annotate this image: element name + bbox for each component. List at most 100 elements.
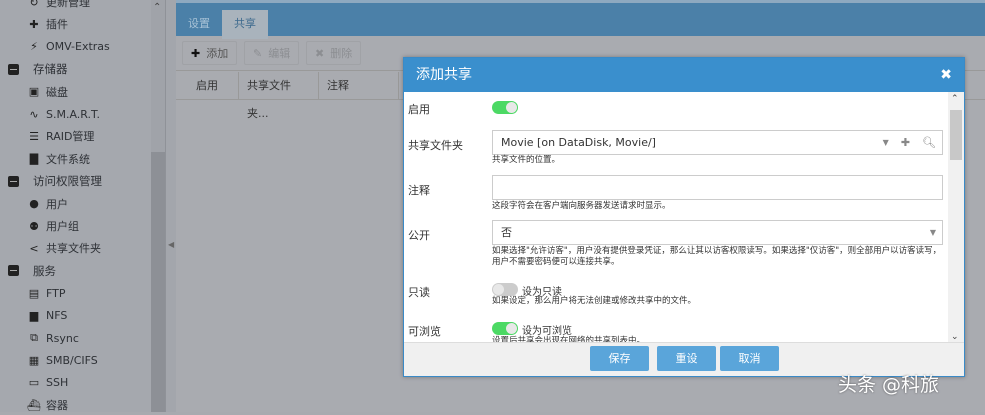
dialog-title: 添加共享 <box>416 67 472 83</box>
add-label: 添加 <box>206 47 229 60</box>
refresh-icon: ↻ <box>29 0 39 9</box>
sidebar-item[interactable]: 服务 <box>8 261 56 281</box>
pulse-icon: ∿ <box>29 107 39 121</box>
plus-icon[interactable]: ✚ <box>901 131 910 154</box>
disk-icon: ▣ <box>28 85 40 99</box>
public-label: 公开 <box>408 229 430 242</box>
browseable-toggle-label: 设为可浏览 <box>522 326 572 337</box>
sidebar-item[interactable]: ☰ RAID管理 <box>27 126 94 146</box>
sidebar-item-label: 容器 <box>46 399 68 413</box>
sidebar-item-label: 用户 <box>46 197 68 211</box>
search-icon[interactable]: 🔍︎ <box>922 131 936 154</box>
share-icon: < <box>29 241 39 255</box>
dialog-title-bar: 添加共享 ✖ <box>404 58 964 92</box>
collapse-icon[interactable] <box>8 265 19 277</box>
sidebar-scrollbar-thumb[interactable] <box>151 152 165 412</box>
shared-folder-hint: 共享文件的位置。 <box>492 155 561 165</box>
sidebar-item[interactable]: ▤ FTP <box>27 283 66 303</box>
sync-icon: ⧉ <box>30 331 38 344</box>
docker-icon: ⛴ <box>27 398 41 412</box>
sidebar-item[interactable]: ▦ SMB/CIFS <box>27 350 98 370</box>
sidebar-item-label: SSH <box>46 376 69 390</box>
sidebar-item[interactable]: ∿ S.M.A.R.T. <box>27 104 100 124</box>
public-select[interactable]: 否 ▼ <box>492 220 943 245</box>
sidebar-item[interactable]: ✚ 插件 <box>27 14 68 34</box>
sidebar-item[interactable]: ● 用户 <box>27 194 68 214</box>
server-icon: ▤ <box>28 286 40 300</box>
scroll-down-icon[interactable]: ⌄ <box>951 332 959 342</box>
add-button[interactable]: ✚ 添加 <box>182 41 238 65</box>
sidebar-item-label: 访问权限管理 <box>33 174 102 189</box>
delete-button[interactable]: ✖ 删除 <box>306 41 362 65</box>
sidebar-item-label: NFS <box>46 309 68 323</box>
column-comment[interactable]: 注释 <box>319 72 399 100</box>
tab-bar: 设置 共享 <box>176 0 985 39</box>
comment-label: 注释 <box>408 184 430 197</box>
shared-folder-label: 共享文件夹 <box>408 139 463 152</box>
add-share-dialog: 添加共享 ✖ 启用 共享文件夹 Movie [on DataDisk, Movi… <box>403 57 965 377</box>
scroll-up-icon[interactable]: ⌃ <box>153 2 161 13</box>
shared-folder-select[interactable]: Movie [on DataDisk, Movie/] ▼ ✚ 🔍︎ <box>492 130 943 155</box>
sidebar-item-label: 文件系统 <box>46 152 90 166</box>
scroll-up-icon[interactable]: ⌃ <box>951 94 959 104</box>
readonly-toggle[interactable] <box>492 283 518 296</box>
dropdown-arrow-icon[interactable]: ▼ <box>930 221 936 244</box>
chevron-left-icon: ◀ <box>168 240 175 249</box>
dialog-body: 启用 共享文件夹 Movie [on DataDisk, Movie/] ▼ ✚ 🔍… <box>404 92 948 344</box>
sidebar-item-label: FTP <box>46 286 66 300</box>
sidebar-item[interactable]: ▭ SSH <box>27 373 68 393</box>
users-icon: ⚉ <box>29 219 39 233</box>
save-button[interactable]: 保存 <box>590 346 649 371</box>
public-value: 否 <box>501 226 512 239</box>
dialog-scrollbar-thumb[interactable] <box>950 110 962 160</box>
sidebar-item[interactable]: 存储器 <box>8 59 68 79</box>
edit-button[interactable]: ✎ 编辑 <box>244 41 300 65</box>
sidebar-collapse-handle[interactable]: ◀ <box>166 0 176 412</box>
sidebar-item-label: 存储器 <box>33 62 68 77</box>
close-icon[interactable]: ✖ <box>940 58 952 92</box>
readonly-label: 只读 <box>408 286 430 299</box>
column-shared-folder[interactable]: 共享文件夹... <box>239 72 319 120</box>
sidebar-item-label: OMV-Extras <box>46 40 110 54</box>
readonly-hint: 如果设定，那么用户将无法创建或修改共享中的文件。 <box>492 296 697 306</box>
tab-settings[interactable]: 设置 <box>176 10 222 39</box>
delete-label: 删除 <box>330 47 353 60</box>
sidebar-item[interactable]: ▇ 文件系统 <box>27 149 90 169</box>
dropdown-arrow-icon[interactable]: ▼ <box>883 131 889 154</box>
sidebar-item-label: 插件 <box>46 18 68 32</box>
folder-icon: ▇ <box>29 152 39 166</box>
network-icon: ▆ <box>29 309 39 323</box>
dialog-scrollbar[interactable]: ⌃ ⌄ <box>948 92 964 344</box>
close-icon: ✖ <box>315 46 325 60</box>
terminal-icon: ▭ <box>28 376 40 390</box>
sidebar-item[interactable]: ↻ 更新管理 <box>27 0 90 12</box>
edit-label: 编辑 <box>268 47 291 60</box>
enable-toggle[interactable] <box>492 101 518 114</box>
shared-folder-value: Movie [on DataDisk, Movie/] <box>501 136 656 149</box>
collapse-icon[interactable] <box>8 175 19 187</box>
sidebar-item[interactable]: ⧉ Rsync <box>27 328 79 348</box>
reset-button[interactable]: 重设 <box>657 346 716 371</box>
enable-label: 启用 <box>408 103 430 116</box>
sidebar-item-label: 用户组 <box>46 220 79 233</box>
browseable-label: 可浏览 <box>408 325 441 338</box>
tab-shares[interactable]: 共享 <box>222 10 268 39</box>
sidebar-item[interactable]: ▆ NFS <box>27 306 68 326</box>
sidebar-item-label: 磁盘 <box>46 85 68 99</box>
comment-input[interactable] <box>492 175 943 200</box>
sidebar-item[interactable]: ▣ 磁盘 <box>27 82 68 102</box>
browseable-toggle[interactable] <box>492 322 518 335</box>
column-enabled[interactable]: 启用 <box>176 72 239 100</box>
pencil-icon: ✎ <box>253 46 263 60</box>
sidebar-item[interactable]: ⚉ 用户组 <box>27 216 79 236</box>
collapse-icon[interactable] <box>8 63 19 75</box>
sidebar-item-label: S.M.A.R.T. <box>46 107 100 121</box>
sidebar-item-label: 服务 <box>33 263 56 278</box>
cancel-button[interactable]: 取消 <box>720 346 779 371</box>
sidebar-item[interactable]: ⛴ 容器 <box>27 395 68 415</box>
sidebar-item[interactable]: 访问权限管理 <box>8 171 102 191</box>
sidebar-item-label: RAID管理 <box>46 130 95 144</box>
sidebar-item[interactable]: ⚡ OMV-Extras <box>27 37 110 57</box>
sidebar: ↻ 更新管理 ✚ 插件 ⚡ OMV-Extras 存储器 ▣ 磁盘 ∿ S.M.A.R.T. ☰ RAI… <box>0 0 166 412</box>
sidebar-item[interactable]: < 共享文件夹 <box>27 238 101 258</box>
